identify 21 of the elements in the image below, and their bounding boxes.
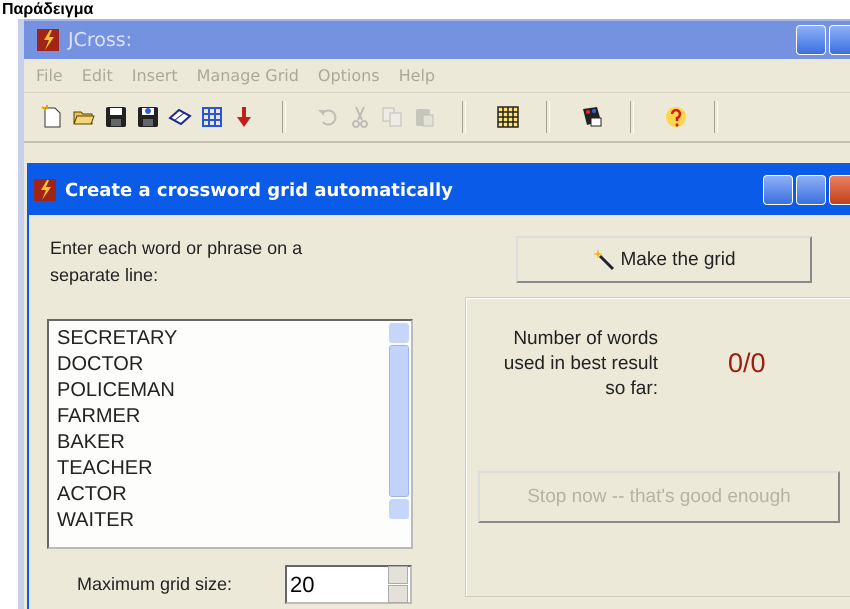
word-entry: SECRETARY <box>57 326 178 351</box>
window-title: JCross: <box>68 29 132 51</box>
word-entry: DOCTOR <box>57 352 144 377</box>
result-value: 0/0 <box>728 348 766 379</box>
app-icon <box>33 178 57 202</box>
instruction-text: Enter each word or phrase on a separate line: <box>50 237 304 287</box>
app-icon <box>36 28 60 52</box>
page-heading: Παράδειγμα <box>1 0 94 19</box>
wand-icon <box>592 248 616 272</box>
grid-size-label: Maximum grid size: <box>77 574 234 595</box>
result-label: Number of words used in best result so far: <box>502 327 658 401</box>
word-entry: ACTOR <box>57 482 128 507</box>
word-entry: TEACHER <box>57 456 154 481</box>
word-entry: WAITER <box>57 508 136 533</box>
word-entry: FARMER <box>57 404 142 429</box>
word-entry: BAKER <box>57 430 126 455</box>
word-list-field[interactable]: SECRETARY DOCTOR POLICEMAN FARMER BAKER TEACHER ACTOR WAITER <box>47 319 413 549</box>
make-grid-button[interactable]: Make the grid <box>516 236 812 283</box>
dialog-title: Create a crossword grid automatically <box>65 180 453 200</box>
grid-size-spinner[interactable]: 20 <box>285 565 412 604</box>
word-entry: POLICEMAN <box>57 378 176 403</box>
